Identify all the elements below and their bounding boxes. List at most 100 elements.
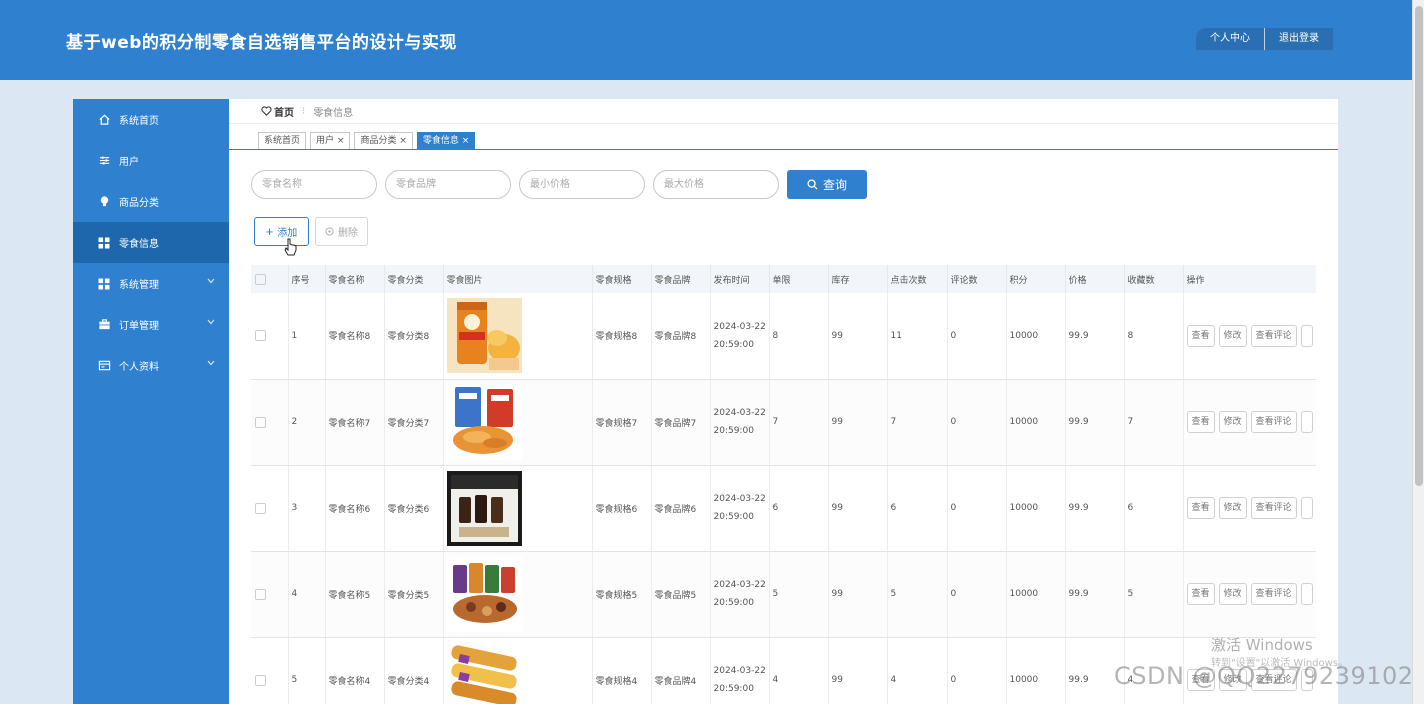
image-cell [443,551,593,638]
clicks-cell: 7 [887,379,948,466]
sidebar-item-system-management[interactable]: 系统管理 [73,263,229,304]
spec-cell: 零食规格8 [592,293,652,380]
coffee-box-image[interactable] [446,470,522,546]
more-button[interactable] [1300,583,1314,605]
heart-icon [261,106,272,116]
page-scrollbar[interactable] [1412,0,1424,704]
delete-circle-icon [325,227,334,236]
wafer-rolls-image[interactable] [446,642,522,704]
add-button-label: 添加 [277,228,298,239]
chips-can-image[interactable] [446,298,522,374]
query-button[interactable]: 查询 [787,170,867,199]
windows-activation-title: 激活 Windows [1211,636,1313,654]
sidebar-item-order-management[interactable]: 订单管理 [73,304,229,345]
operations-cell: 查看 修改 查看评论 [1183,465,1316,552]
select-all-cell [251,265,289,293]
snack-name-input[interactable] [251,170,377,199]
chevron-down-icon [207,318,215,328]
min-price-input[interactable] [519,170,645,199]
sidebar-item-profile[interactable]: 个人资料 [73,345,229,386]
max-price-input[interactable] [653,170,779,199]
bulb-icon [97,195,111,209]
tab-snack-info[interactable]: 零食信息 × [416,132,476,149]
row-checkbox[interactable] [255,330,266,342]
operations-cell: 查看 修改 查看评论 [1183,551,1316,638]
tab-categories[interactable]: 商品分类 × [354,132,413,149]
view-comments-button[interactable]: 查看评论 [1250,583,1297,605]
edit-button[interactable]: 修改 [1218,324,1247,347]
more-button[interactable] [1300,411,1314,433]
add-button[interactable]: + 添加 [254,217,309,246]
clicks-cell: 4 [887,637,948,704]
sliders-icon [97,154,111,168]
image-cell [443,293,593,380]
publish-time-cell: 2024-03-22 20:59:00 [710,551,770,638]
grid-icon [97,277,111,291]
publish-clock: 20:59:00 [713,339,754,350]
view-button[interactable]: 查看 [1186,411,1215,433]
sidebar-item-home[interactable]: 系统首页 [73,99,229,140]
snack-brand-input[interactable] [385,170,511,199]
column-header: 价格 [1065,265,1125,293]
personal-center-button[interactable]: 个人中心 [1196,28,1264,50]
top-actions: 个人中心 退出登录 [1196,28,1333,50]
select-all-checkbox[interactable] [255,273,266,285]
delete-button[interactable]: 删除 [315,217,368,246]
csdn-watermark: CSDN @QQ2279239102 [1114,662,1414,690]
index-cell: 2 [288,379,326,466]
sidebar-item-categories[interactable]: 商品分类 [73,181,229,222]
limit-cell: 4 [769,637,829,704]
column-header: 零食图片 [443,265,593,293]
row-checkbox[interactable] [255,674,266,686]
sidebar-item-label: 订单管理 [119,321,159,332]
tab-users[interactable]: 用户 × [310,132,351,149]
scrollbar-thumb[interactable] [1415,6,1423,486]
operations-cell: 查看 修改 查看评论 [1183,379,1316,466]
publish-clock: 20:59:00 [713,598,754,608]
view-button[interactable]: 查看 [1186,583,1215,605]
nut-packs-image[interactable] [446,556,522,632]
column-header: 点击次数 [887,265,948,293]
close-icon[interactable]: × [459,136,470,146]
category-cell: 零食分类7 [384,379,444,466]
limit-cell: 8 [769,293,829,380]
price-cell: 99.9 [1065,465,1125,552]
publish-time-cell: 2024-03-22 20:59:00 [710,379,770,466]
breadcrumb-separator: ⁝ [302,105,306,117]
index-cell: 3 [288,465,326,552]
breadcrumb-home[interactable]: 首页 [261,104,294,119]
close-icon[interactable]: × [334,136,345,146]
column-header: 库存 [828,265,888,293]
name-cell: 零食名称4 [325,637,385,704]
points-cell: 10000 [1006,551,1066,638]
view-comments-button[interactable]: 查看评论 [1250,411,1297,433]
edit-button[interactable]: 修改 [1218,583,1247,605]
row-checkbox[interactable] [255,588,266,600]
edit-button[interactable]: 修改 [1218,411,1247,433]
view-button[interactable]: 查看 [1186,497,1215,519]
view-comments-button[interactable]: 查看评论 [1250,324,1297,347]
sidebar-item-label: 商品分类 [119,198,159,209]
publish-clock: 20:59:00 [713,426,754,436]
name-cell: 零食名称7 [325,379,385,466]
logout-button[interactable]: 退出登录 [1265,28,1333,50]
tab-label: 零食信息 [422,136,459,146]
more-button[interactable] [1300,324,1314,347]
view-comments-button[interactable]: 查看评论 [1250,497,1297,519]
snack-bags-image[interactable] [446,384,522,460]
brand-cell: 零食品牌6 [651,465,711,552]
points-cell: 10000 [1006,293,1066,380]
price-cell: 99.9 [1065,379,1125,466]
briefcase-icon [97,318,111,332]
sidebar-item-users[interactable]: 用户 [73,140,229,181]
more-button[interactable] [1300,497,1314,519]
sidebar-item-snack-info[interactable]: 零食信息 [73,222,229,263]
edit-button[interactable]: 修改 [1218,497,1247,519]
tab-home[interactable]: 系统首页 [258,132,307,149]
column-header: 零食品牌 [651,265,711,293]
view-button[interactable]: 查看 [1186,324,1215,347]
row-checkbox[interactable] [255,416,266,428]
row-checkbox[interactable] [255,502,266,514]
close-icon[interactable]: × [396,136,407,146]
points-cell: 10000 [1006,379,1066,466]
